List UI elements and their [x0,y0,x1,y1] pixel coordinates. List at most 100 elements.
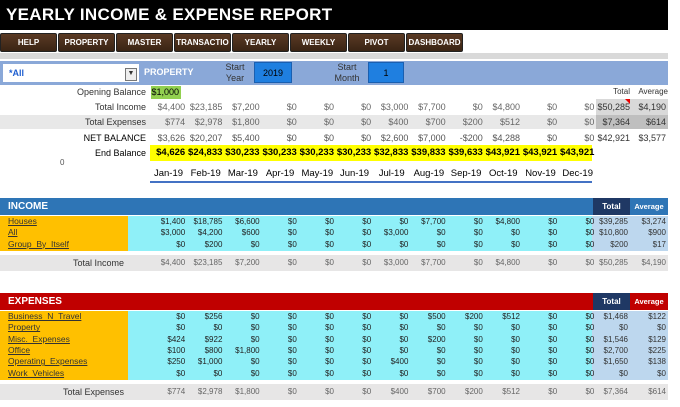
net-balance-cell: $5,400 [232,133,260,143]
expenses-row-cell: $0 [548,368,558,378]
total-expenses-cell: $0 [286,117,297,127]
expenses-row-cell: $0 [548,357,558,367]
income-row-cell: $0 [473,228,483,238]
expenses-row-total: $1,546 [603,334,628,344]
end-balance-cell: $30,233 [262,147,297,158]
income-row-cell: $0 [287,239,297,249]
expenses-row-cell: $424 [167,334,186,344]
expenses-row-cell: $0 [585,357,595,367]
expenses-row-cell: $400 [390,357,409,367]
net-balance-cell: $0 [547,133,558,143]
income-row-average: $3,274 [641,217,666,226]
end-balance-label: End Balance [94,148,146,158]
expenses-row-cell: $922 [204,334,223,344]
income-total-header: Total [602,202,621,211]
expenses-row-average: $225 [648,345,666,355]
expenses-category-link[interactable]: Property [8,322,40,333]
net-balance-cell: $0 [323,133,334,143]
filter-dropdown[interactable]: *All ▼ [2,63,140,83]
expenses-row-total: $0 [619,323,628,333]
chevron-down-icon[interactable]: ▼ [125,68,137,81]
expenses-row-total: $2,700 [603,345,628,355]
expenses-row-cell: $0 [585,312,595,321]
expenses-row-cell: $0 [548,334,558,344]
expenses-category-link[interactable]: Misc._Expenses [8,334,70,345]
expenses-header-label: EXPENSES [8,296,62,307]
end-balance-cell: $39,833 [411,147,446,158]
income-category-link[interactable]: All [8,227,17,238]
expenses-row-cell: $0 [585,345,595,355]
income-row-cell: $0 [362,239,372,249]
total-income-cell: $4,400 [157,102,186,112]
income-footer-cell: $0 [362,257,372,267]
total-income-cell: $3,000 [380,102,409,112]
nav-button-transactio[interactable]: TRANSACTIO [174,33,231,52]
expenses-category-link[interactable]: Operating_Expenses [8,356,87,367]
total-income-average: $4,190 [632,99,668,115]
expenses-row-total: $1,468 [603,312,628,321]
end-balance-cell: $43,921 [522,147,558,158]
total-expenses-cell: $200 [462,117,483,127]
month-header: May-19 [301,168,334,179]
expenses-footer-cell: $774 [167,386,186,396]
expenses-row-total: $1,650 [603,357,628,367]
expenses-footer-total: $7,364 [603,386,628,396]
income-row-cell: $0 [585,217,595,226]
income-category-link[interactable]: Houses [8,216,37,227]
expenses-row-cell: $0 [548,345,558,355]
total-income-cell: $0 [323,102,334,112]
expenses-row-cell: $0 [473,323,483,333]
expenses-row-cell: $0 [250,334,260,344]
expenses-row-average: $138 [648,357,666,367]
income-row-cell: $0 [436,228,446,238]
nav-button-weekly[interactable]: WEEKLY [290,33,347,52]
total-expenses-cell: $700 [425,117,446,127]
start-year-input[interactable]: 2019 [254,62,292,83]
income-row-cell: $200 [204,239,223,249]
income-footer-cell: $0 [473,257,483,267]
expenses-row-average: $0 [657,368,666,378]
expenses-row-cell: $0 [176,323,186,333]
nav-button-pivot[interactable]: PIVOT [348,33,405,52]
expenses-row-cell: $0 [213,323,223,333]
nav-button-property[interactable]: PROPERTY [58,33,115,52]
nav-button-yearly[interactable]: YEARLY [232,33,289,52]
total-expenses-cell: $512 [499,117,520,127]
income-footer-cell: $0 [548,257,558,267]
total-expenses-cell: $1,800 [232,117,260,127]
month-header: Sep-19 [450,168,482,179]
income-footer-cell: $0 [325,257,334,267]
expenses-row-cell: $500 [427,312,446,321]
nav-button-dashboard[interactable]: DASHBOARD [406,33,463,52]
expenses-footer-cell: $0 [362,386,372,396]
opening-balance-label: Opening Balance [76,87,146,97]
expenses-footer-cell: $400 [390,386,409,396]
net-balance-cell: $4,288 [492,133,520,143]
income-category-link[interactable]: Group_By_Itself [8,239,69,250]
income-footer-average: $4,190 [641,257,666,267]
nav-button-master[interactable]: MASTER [116,33,173,52]
net-balance-cell: $0 [584,133,595,143]
opening-balance-value[interactable]: $1,000 [151,86,181,99]
month-header: Nov-19 [525,168,556,179]
income-row-cell: $0 [250,239,260,249]
expenses-row-cell: $0 [399,345,409,355]
expenses-row-cell: $0 [176,368,186,378]
total-income-cell: $0 [361,102,372,112]
expenses-category-link[interactable]: Business_N_Travel [8,311,81,322]
expenses-row-cell: $512 [502,312,520,321]
expenses-row-cell: $100 [167,345,186,355]
start-month-input[interactable]: 1 [368,62,404,83]
month-header: Dec-19 [562,168,593,179]
income-row-total: $10,800 [599,228,628,238]
income-row-cell: $0 [436,239,446,249]
expenses-row-cell: $1,800 [235,345,260,355]
expenses-row-cell: $0 [399,368,409,378]
expenses-row-cell: $0 [436,345,446,355]
expenses-category-link[interactable]: Work_Vehicles [8,368,64,379]
net-balance-total: $42,921 [597,133,630,143]
expenses-category-link[interactable]: Office [8,345,30,356]
expenses-total-header: Total [602,297,621,306]
income-footer-total: $50,285 [599,257,628,267]
nav-button-help[interactable]: HELP [0,33,57,52]
